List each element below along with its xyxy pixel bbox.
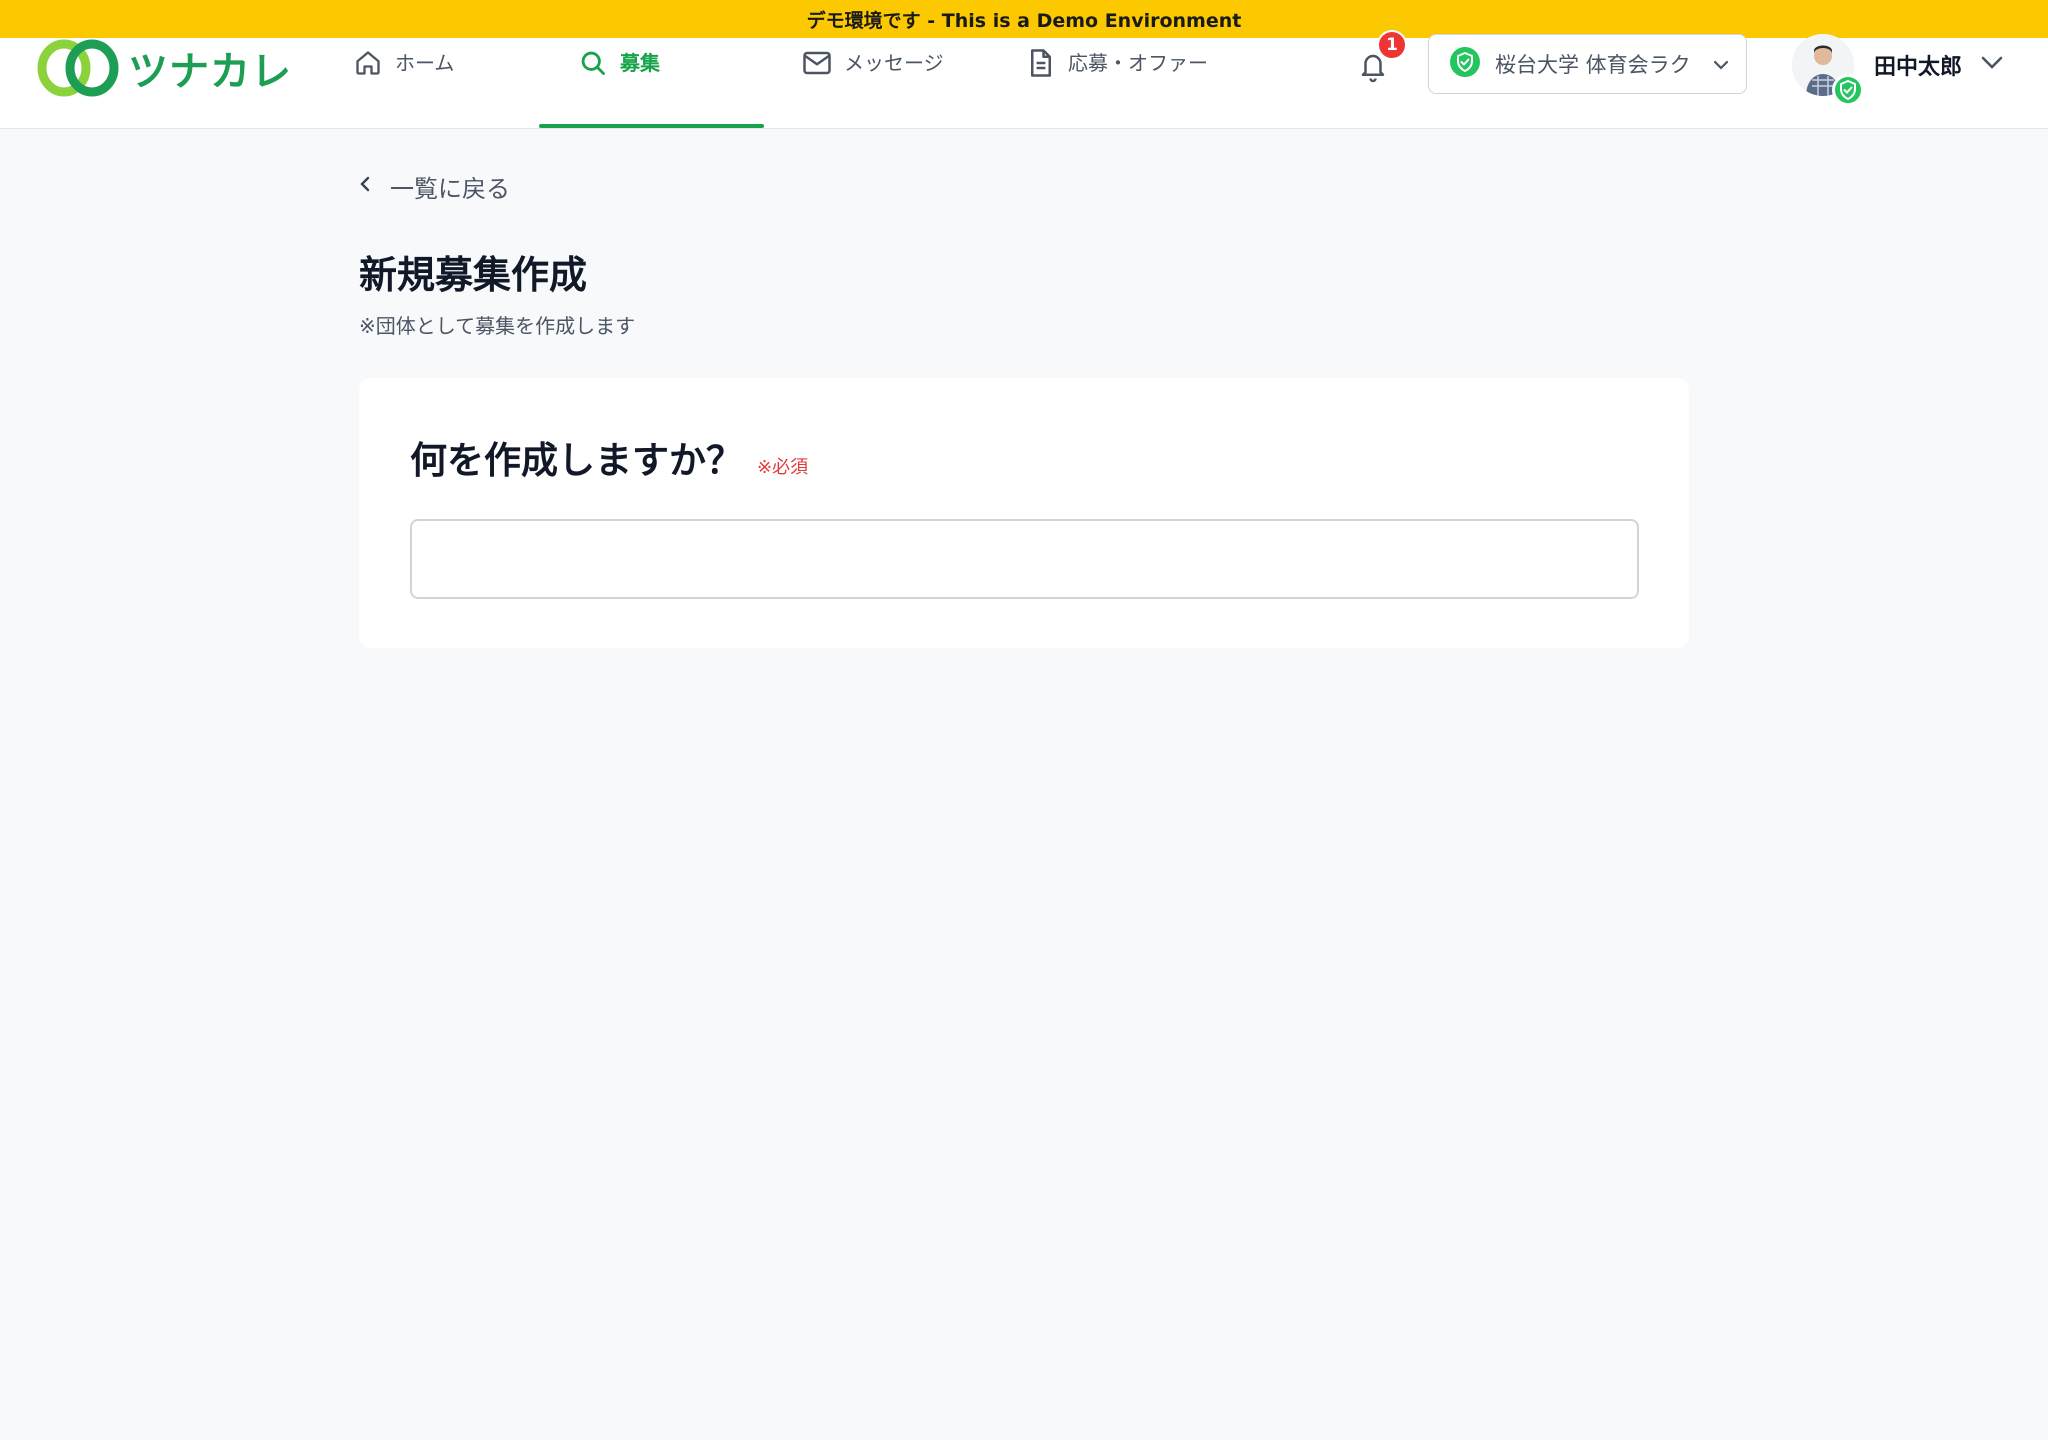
logo-mark-icon — [37, 39, 119, 97]
brand-name: ツナカレ — [128, 49, 292, 95]
nav-item-home[interactable]: ホーム — [353, 38, 454, 129]
organization-name: 桜台大学 体育会ラク — [1495, 53, 1691, 77]
chevron-down-icon — [1712, 52, 1730, 76]
home-icon — [353, 48, 383, 78]
active-tab-indicator — [539, 124, 764, 128]
form-question-heading: 何を作成しますか？ ※必須 — [410, 430, 808, 484]
nav-item-home-label: ホーム — [395, 51, 455, 75]
page-subtitle: ※団体として募集を作成します — [359, 314, 636, 338]
brand-logo[interactable]: ツナカレ — [34, 38, 292, 98]
nav-item-messages-label: メッセージ — [844, 51, 944, 75]
organization-selector[interactable]: 桜台大学 体育会ラク — [1428, 34, 1747, 94]
chevron-down-icon — [1980, 55, 2004, 75]
top-navigation: ツナカレ ホーム 募集 メッセージ 応募・オファー 1 桜台大学 体育会ラク 田… — [0, 30, 2048, 129]
nav-item-applications-offers-label: 応募・オファー — [1068, 51, 1208, 75]
verified-shield-icon — [1449, 46, 1481, 83]
recruitment-type-input[interactable] — [410, 519, 1639, 599]
search-icon — [578, 48, 608, 78]
mail-icon — [802, 48, 832, 78]
notification-count-badge: 1 — [1377, 30, 1407, 60]
nav-item-recruitment-label: 募集 — [620, 51, 660, 75]
demo-environment-banner: デモ環境です - This is a Demo Environment — [0, 0, 2048, 38]
nav-item-messages[interactable]: メッセージ — [802, 38, 944, 129]
nav-item-applications-offers[interactable]: 応募・オファー — [1026, 38, 1208, 129]
verified-badge-icon — [1832, 74, 1864, 106]
chevron-left-icon — [358, 172, 372, 200]
avatar — [1792, 34, 1864, 106]
form-question-label: 何を作成しますか？ — [410, 439, 743, 482]
document-icon — [1026, 48, 1056, 78]
back-to-list-link[interactable]: 一覧に戻る — [358, 168, 510, 204]
back-link-label: 一覧に戻る — [390, 174, 510, 203]
create-form-card: 何を作成しますか？ ※必須 — [359, 378, 1689, 648]
demo-banner-text: デモ環境です - This is a Demo Environment — [806, 9, 1242, 32]
user-menu[interactable]: 田中太郎 — [1792, 32, 2004, 106]
required-label: ※必須 — [757, 457, 809, 478]
page-title: 新規募集作成 — [359, 253, 588, 297]
nav-item-recruitment[interactable]: 募集 — [578, 38, 660, 129]
user-name: 田中太郎 — [1874, 55, 1963, 80]
